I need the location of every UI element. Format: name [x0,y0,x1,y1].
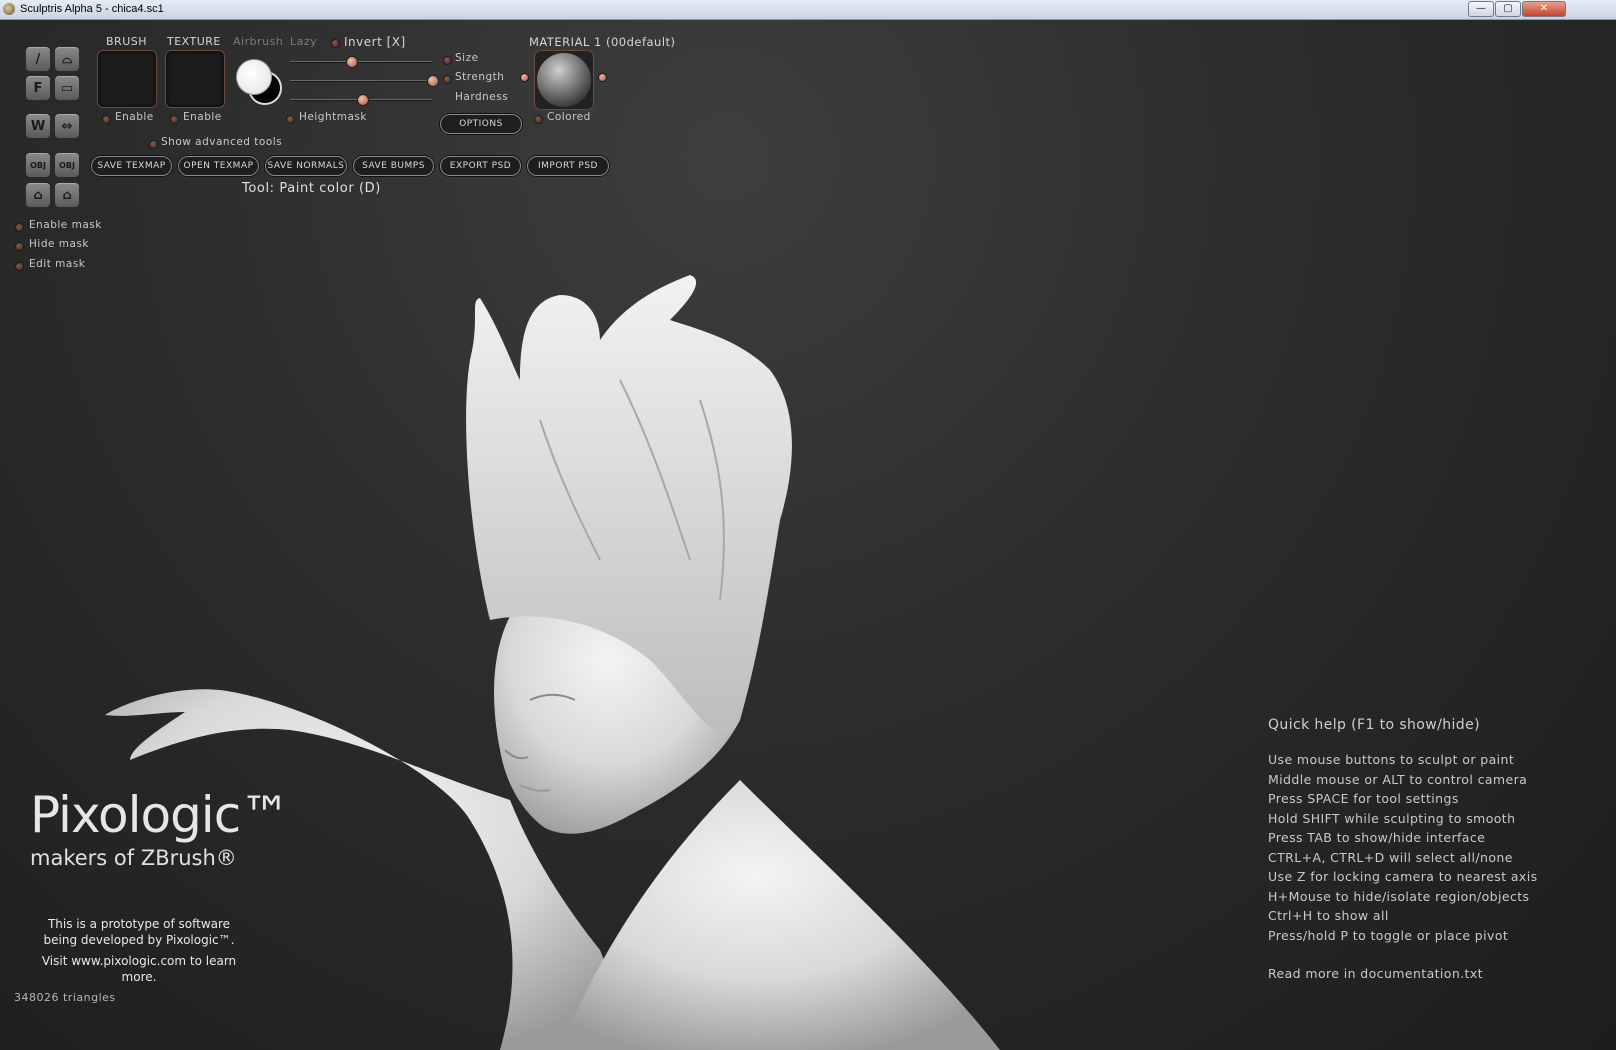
quick-help-title: Quick help (F1 to show/hide) [1268,717,1480,733]
strength-pressure-dot[interactable] [443,75,452,84]
strength-label: Strength [455,71,505,83]
quick-help-line: Ctrl+H to show all [1268,908,1389,923]
crease-tool-icon: ▭ [60,81,74,96]
material-preview[interactable] [534,50,594,110]
export-obj-button[interactable]: OBJ [54,152,80,178]
draw-tool-button[interactable]: / [25,46,51,72]
material-prev-dot[interactable] [520,73,529,82]
visit-link: Visit www.pixologic.com to learn more. [41,954,237,984]
quick-help-line: Press TAB to show/hide interface [1268,830,1486,845]
size-pressure-dot[interactable] [443,56,452,65]
pixologic-wordmark: Pixologic™ [30,786,290,844]
open-texmap-button[interactable]: OPEN TEXMAP [178,156,259,176]
texture-label: TEXTURE [167,35,221,48]
export-psd-button[interactable]: EXPORT PSD [440,156,521,176]
mirror-icon: ⇔ [61,119,73,134]
heightmask-dot[interactable] [286,115,295,124]
hide-mask-label: Hide mask [29,238,89,250]
quick-help-line: Middle mouse or ALT to control camera [1268,771,1528,787]
texture-enable-dot[interactable] [170,115,179,124]
prototype-line-1: This is a prototype of software [47,917,231,931]
flatten-tool-button[interactable]: F [25,75,51,101]
colored-label: Colored [547,111,591,123]
texture-enable-label: Enable [183,111,222,123]
size-slider-track[interactable] [290,61,432,63]
inflate-tool-button[interactable]: ⌓ [54,46,80,72]
open-file-icon: ⌂ [33,188,43,203]
material-next-dot[interactable] [598,73,607,82]
symmetry-button[interactable]: W [25,113,51,139]
quick-help-line: Use mouse buttons to sculpt or paint [1268,752,1515,767]
save-texmap-button[interactable]: SAVE TEXMAP [91,156,172,176]
brush-enable-dot[interactable] [102,115,111,124]
brush-alpha-swatch[interactable] [97,50,157,108]
draw-tool-icon: / [35,52,41,67]
zbrush-tagline: makers of ZBrush® [30,846,237,870]
import-obj-button[interactable]: OBJ [25,152,51,178]
triangle-count: 348026 triangles [14,991,116,1004]
quick-help-line: CTRL+A, CTRL+D will select all/none [1268,849,1513,865]
enable-mask-label: Enable mask [29,219,102,231]
pixologic-logo: Pixologic™ makers of ZBrush® [30,786,290,870]
export-obj-icon: OBJ [59,161,75,170]
colored-dot[interactable] [534,115,543,124]
heightmask-label: Heightmask [299,111,367,123]
symmetry-icon: W [30,119,46,134]
primary-color-swatch[interactable] [236,59,272,95]
brush-label: BRUSH [106,35,147,48]
inflate-tool-icon: ⌓ [61,52,73,67]
save-file-icon: ⌂ [62,188,72,203]
enable-mask-dot[interactable] [15,223,24,232]
import-obj-icon: OBJ [30,161,46,170]
size-slider-knob[interactable] [346,56,359,68]
invert-label: Invert [X] [344,35,406,49]
quick-help-footer: Read more in documentation.txt [1268,966,1483,981]
strength-slider-track[interactable] [290,80,432,82]
edit-mask-label: Edit mask [29,258,86,270]
material-sphere [537,53,591,107]
edit-mask-dot[interactable] [15,262,24,271]
open-file-button[interactable]: ⌂ [25,182,51,208]
quick-help-panel: Quick help (F1 to show/hide) Use mouse b… [1268,717,1538,981]
save-normals-button[interactable]: SAVE NORMALS [265,156,347,176]
quick-help-line: Press/hold P to toggle or place pivot [1268,927,1509,943]
crease-tool-button[interactable]: ▭ [54,75,80,101]
quick-help-line: Press SPACE for tool settings [1268,791,1459,806]
show-advanced-dot[interactable] [149,140,158,149]
show-advanced-label: Show advanced tools [161,136,283,148]
quick-help-line: Hold SHIFT while sculpting to smooth [1268,810,1516,826]
strength-slider-knob[interactable] [427,75,439,87]
invert-toggle-dot[interactable] [331,39,340,48]
mirror-button[interactable]: ⇔ [54,113,80,139]
save-file-button[interactable]: ⌂ [54,182,80,208]
airbrush-toggle[interactable]: Airbrush [233,35,283,48]
options-button[interactable]: OPTIONS [440,114,522,134]
quick-help-line: Use Z for locking camera to nearest axis [1268,869,1538,884]
quick-help-line: H+Mouse to hide/isolate region/objects [1268,888,1530,904]
prototype-notice: This is a prototype of software being de… [30,916,248,985]
flatten-tool-icon: F [33,81,43,96]
save-bumps-button[interactable]: SAVE BUMPS [353,156,434,176]
hide-mask-dot[interactable] [15,242,24,251]
material-label: MATERIAL 1 (00default) [529,35,676,49]
hardness-label: Hardness [455,91,509,103]
texture-swatch[interactable] [165,50,225,108]
brush-enable-label: Enable [115,111,154,123]
import-psd-button[interactable]: IMPORT PSD [527,156,609,176]
prototype-line-2: being developed by Pixologic™. [43,933,235,947]
lazy-toggle[interactable]: Lazy [290,35,317,48]
size-label: Size [455,52,479,64]
tool-status: Tool: Paint color (D) [242,181,381,196]
